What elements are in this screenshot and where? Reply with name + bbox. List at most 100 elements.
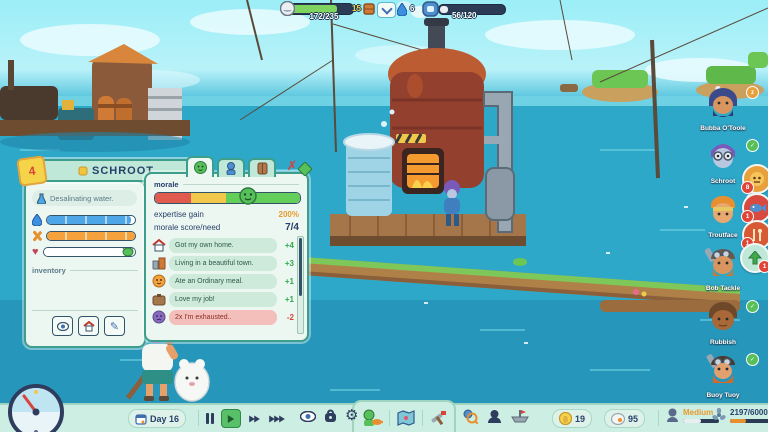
eye-icon	[57, 322, 69, 331]
bug-icon	[122, 247, 134, 257]
portrait-troutface	[705, 193, 741, 227]
game-screen: 172/235 15 6 56/120 4 SCHROOT Desa	[0, 0, 768, 432]
crew-name: Rubbish	[691, 339, 755, 346]
morale-alert-button[interactable]: 8	[742, 164, 768, 194]
garbage-value: 2197/6000	[730, 408, 768, 417]
morale-entry: Living in a beautiful town. +3	[152, 254, 294, 272]
map-button[interactable]	[397, 410, 415, 426]
crate-count: 15	[352, 4, 361, 13]
tab-drifter[interactable]	[217, 158, 245, 177]
backpack-button[interactable]	[324, 409, 337, 423]
morale-entries: Got my own home. +4 Living in a beautifu…	[152, 236, 294, 326]
expertise-label: expertise gain	[154, 210, 204, 219]
utensils-icon	[32, 230, 42, 242]
leaf-icon	[298, 162, 312, 176]
score-value: 7/4	[285, 222, 299, 233]
dock-tab	[352, 400, 456, 432]
fish-alert-button[interactable]: 1	[742, 193, 768, 223]
salvage-bar: 56/120	[438, 4, 504, 13]
heart-icon: ♥	[32, 246, 39, 258]
expertise-value: 200%	[279, 210, 299, 219]
fastest-forward-button[interactable]	[268, 414, 286, 424]
need-hydration	[32, 214, 136, 226]
crew-button[interactable]	[487, 409, 502, 424]
pause-button[interactable]	[206, 413, 214, 424]
play-button[interactable]	[221, 409, 241, 428]
morale-marker-face-icon	[238, 186, 258, 206]
status-badge-working: ✓	[746, 300, 759, 313]
portrait-bob-tackle	[705, 246, 741, 280]
home-icon	[83, 321, 95, 332]
morale-label: morale	[154, 180, 299, 189]
divider	[658, 410, 659, 426]
shirt-icon	[78, 166, 88, 176]
close-button[interactable]: ✗	[284, 158, 300, 174]
morale-face-icon	[194, 161, 207, 174]
garbage-indicator: 2197/6000	[712, 408, 768, 423]
food-storage-value: 172/235	[292, 12, 356, 21]
day-counter: Day 16	[128, 409, 186, 428]
status-pill: Desalinating water.	[32, 190, 137, 206]
watch-button[interactable]	[52, 316, 73, 336]
job-icon	[152, 292, 166, 306]
home-icon	[152, 238, 166, 252]
eye-button[interactable]	[300, 411, 316, 422]
manage-buttons	[462, 408, 529, 424]
entries-scrollbar[interactable]	[297, 236, 304, 334]
ship-button[interactable]	[511, 409, 529, 423]
crew-member[interactable]: ✓ Buoy Tuoy	[691, 353, 755, 399]
left-town	[0, 44, 190, 152]
character-panel: Desalinating water. ♥	[24, 180, 146, 348]
morale-panel-tabs	[186, 156, 276, 177]
plastic-value: 95	[628, 414, 638, 424]
water-count: 6	[410, 4, 414, 13]
upgrade-alert-button[interactable]: 1	[740, 243, 768, 273]
status-badge-sleeping: z	[746, 86, 759, 99]
panel-footer-buttons: ✎	[52, 316, 125, 336]
meal-icon	[152, 274, 166, 288]
chevron-down-icon	[381, 3, 392, 14]
doubloons-counter: 19	[552, 409, 592, 428]
crew-member[interactable]: ✓ Rubbish	[691, 300, 755, 346]
attractiveness-icon	[666, 408, 679, 423]
crew-name: Buoy Tuoy	[691, 392, 755, 399]
pencil-icon: ✎	[110, 320, 119, 333]
calendar-icon	[135, 413, 147, 425]
close-icon: ✗	[287, 158, 298, 174]
food-storage-bar: 172/235	[288, 3, 352, 13]
crew-member[interactable]: z Bubba O'Toole	[691, 86, 755, 132]
crew-name: Bob Tackle	[691, 285, 755, 292]
morale-entry: Love my job! +1	[152, 290, 294, 308]
journal-icon	[257, 162, 268, 175]
research-button[interactable]	[462, 408, 478, 424]
build-button[interactable]	[429, 409, 447, 427]
settings-gear-button[interactable]: ⚙	[345, 409, 358, 423]
doubloons-value: 19	[575, 414, 585, 424]
day-label: Day 16	[150, 414, 179, 424]
score-label: morale score/need	[154, 223, 220, 232]
day-night-dial[interactable]	[8, 384, 64, 432]
plastic-counter: 95	[604, 409, 645, 428]
town-icon	[152, 256, 166, 270]
divider	[32, 310, 138, 311]
fast-forward-button[interactable]	[248, 414, 261, 424]
tab-journal[interactable]	[248, 158, 276, 177]
salvage-value: 56/120	[452, 11, 476, 20]
play-icon	[228, 415, 234, 423]
morale-entry: 2x I'm exhausted.. -2	[152, 308, 294, 326]
droplet-icon	[32, 214, 42, 226]
morale-entry: Got my own home. +4	[152, 236, 294, 254]
portrait-bubba	[705, 86, 741, 120]
hud-dropdown-button[interactable]	[377, 2, 396, 18]
plastic-icon	[611, 413, 625, 425]
home-button[interactable]	[78, 316, 99, 336]
rename-button[interactable]: ✎	[104, 316, 125, 336]
inventory-section-label: inventory	[32, 266, 138, 275]
pet-creature[interactable]	[175, 359, 209, 401]
status-text: Desalinating water.	[50, 194, 113, 203]
morale-panel: morale expertise gain 200% morale score/…	[144, 172, 309, 342]
score-row: morale score/need 7/4	[154, 222, 299, 233]
drifters-button[interactable]	[361, 409, 383, 427]
tab-morale[interactable]	[186, 156, 214, 177]
speed-controls	[206, 409, 286, 428]
